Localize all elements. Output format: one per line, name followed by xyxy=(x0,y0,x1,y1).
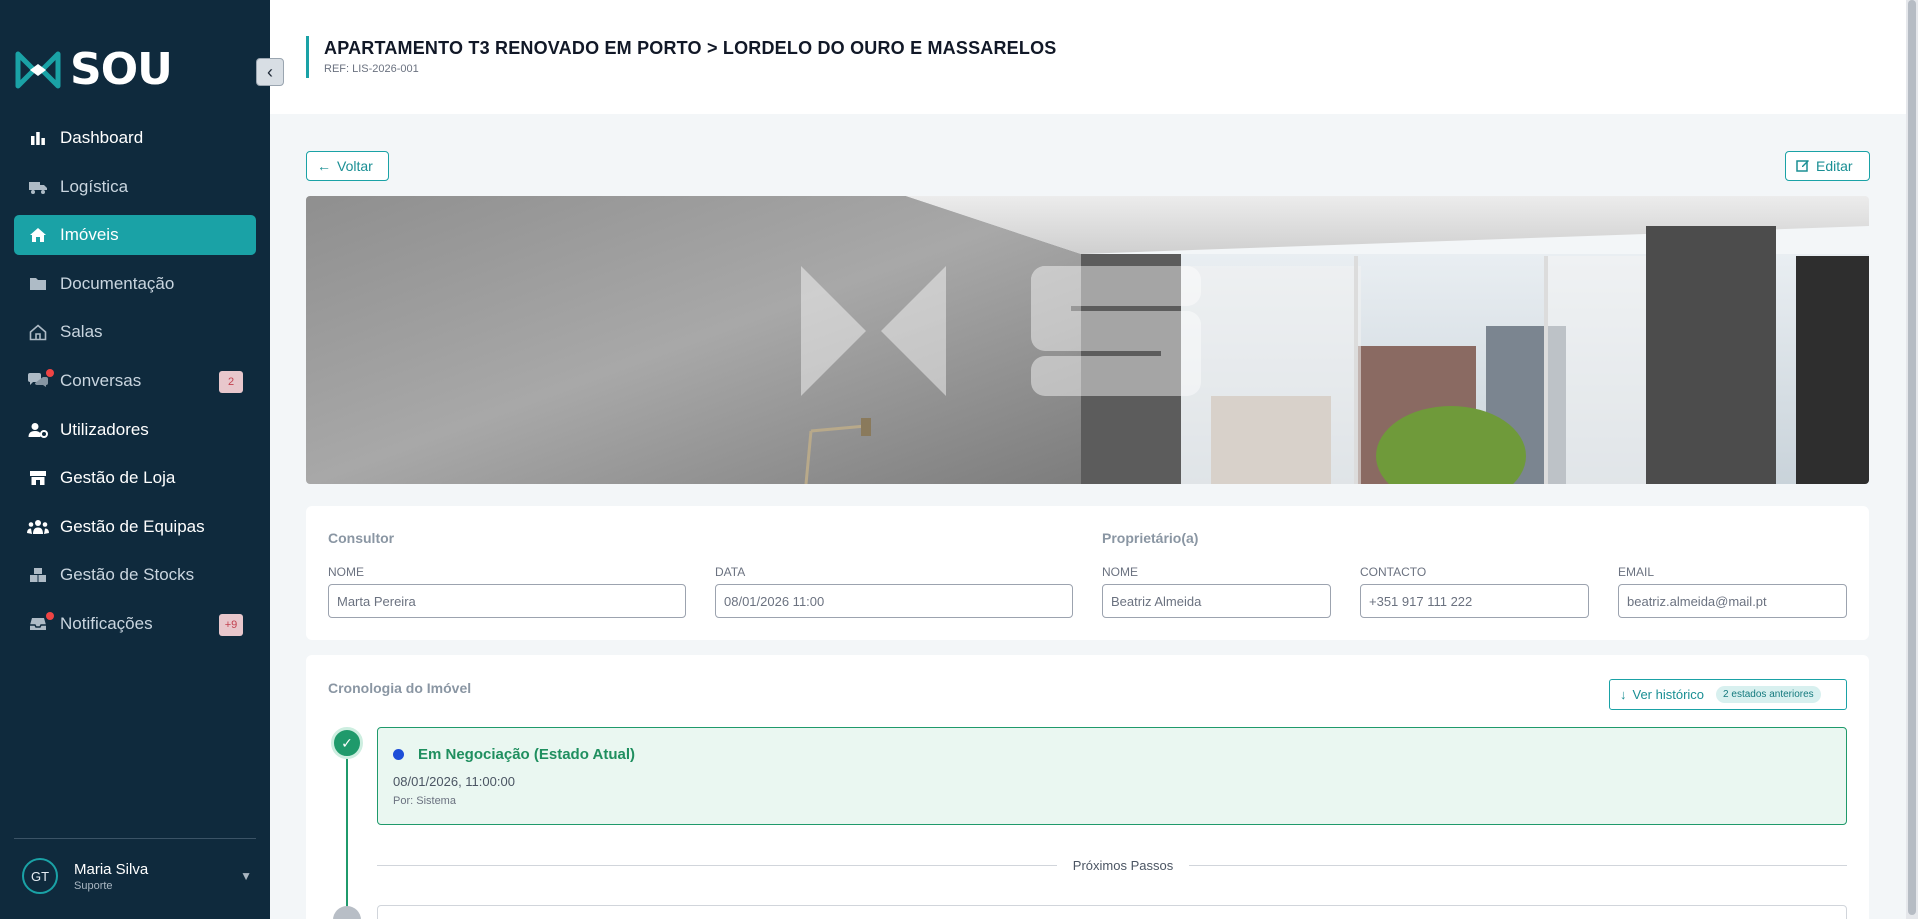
brand-name: SOU xyxy=(70,44,173,95)
unread-dot xyxy=(46,368,54,377)
team-icon xyxy=(26,519,50,535)
property-reference: REF: LIS-2026-001 xyxy=(324,63,419,75)
avatar: GT xyxy=(22,858,58,894)
owner-name-field[interactable]: Beatriz Almeida xyxy=(1102,584,1331,618)
folder-icon xyxy=(26,276,50,291)
check-icon: ✓ xyxy=(331,727,363,759)
consultor-name-field[interactable]: Marta Pereira xyxy=(328,584,686,618)
current-state-author: Por: Sistema xyxy=(393,795,456,807)
user-role: Suporte xyxy=(74,879,113,892)
consultor-name-label: NOME xyxy=(328,565,364,579)
back-button-label: Voltar xyxy=(337,158,373,174)
unread-badge: 2 xyxy=(219,370,243,393)
store-icon xyxy=(26,470,50,486)
collapse-sidebar-button[interactable]: ‹ xyxy=(256,58,284,86)
divider xyxy=(377,865,1057,866)
sidebar-item-label: Gestão de Equipas xyxy=(60,516,205,536)
page-title: APARTAMENTO T3 RENOVADO EM PORTO > LORDE… xyxy=(324,38,1057,58)
consultor-date-field[interactable]: 08/01/2026 11:00 xyxy=(715,584,1073,618)
next-steps-label: Próximos Passos xyxy=(1072,858,1174,873)
sidebar-item-dashboard[interactable]: Dashboard xyxy=(14,118,256,158)
sidebar-item-label: Gestão de Loja xyxy=(60,468,176,488)
owner-contact-field[interactable]: +351 917 111 222 xyxy=(1360,584,1589,618)
user-name: Maria Silva xyxy=(74,860,149,878)
sou-logo-icon xyxy=(15,51,61,89)
edit-button-label: Editar xyxy=(1816,158,1853,174)
owner-email-field[interactable]: beatriz.almeida@mail.pt xyxy=(1618,584,1847,618)
sidebar-item-logistica[interactable]: Logística xyxy=(14,167,256,207)
user-cog-icon xyxy=(26,422,50,438)
owner-email-label: EMAIL xyxy=(1618,565,1655,579)
sidebar-item-gestao-stocks[interactable]: Gestão de Stocks xyxy=(14,555,256,595)
arrow-down-icon: ↓ xyxy=(1620,687,1627,702)
timeline-title: Cronologia do Imóvel xyxy=(328,680,472,696)
sidebar: SOU Dashboard Logística Imóveis Document… xyxy=(0,0,270,919)
arrow-left-icon: ← xyxy=(317,158,331,174)
sidebar-item-label: Documentação xyxy=(60,273,175,293)
sidebar-item-notificacoes[interactable]: Notificações +9 xyxy=(14,604,256,644)
sidebar-item-imoveis[interactable]: Imóveis xyxy=(14,215,256,256)
house-outline-icon xyxy=(26,324,50,341)
unread-dot xyxy=(46,611,54,620)
back-button[interactable]: ← Voltar xyxy=(306,151,389,181)
sidebar-item-salas[interactable]: Salas xyxy=(14,312,256,352)
home-icon xyxy=(26,227,50,243)
sidebar-divider xyxy=(14,838,256,839)
sidebar-item-label: Utilizadores xyxy=(60,419,149,439)
edit-button[interactable]: Editar xyxy=(1785,151,1870,181)
consultor-date-label: DATA xyxy=(715,565,746,579)
owner-name-label: NOME xyxy=(1102,565,1138,579)
sidebar-item-conversas[interactable]: Conversas 2 xyxy=(14,361,256,401)
boxes-icon xyxy=(26,567,50,583)
chevron-down-icon[interactable]: ▼ xyxy=(240,869,252,883)
status-dot xyxy=(393,749,404,760)
view-history-label: Ver histórico xyxy=(1632,687,1705,702)
sidebar-item-label: Conversas xyxy=(60,370,142,390)
sidebar-item-label: Gestão de Stocks xyxy=(60,565,195,585)
sidebar-item-label: Logística xyxy=(60,176,129,196)
history-count-badge: 2 estados anteriores xyxy=(1716,686,1821,703)
edit-icon xyxy=(1796,158,1810,175)
bar-chart-icon xyxy=(26,130,50,146)
scrollbar-thumb[interactable] xyxy=(1908,0,1916,915)
sidebar-item-gestao-equipas[interactable]: Gestão de Equipas xyxy=(14,507,256,547)
sidebar-item-label: Notificações xyxy=(60,613,153,633)
notifications-badge: +9 xyxy=(219,613,243,636)
next-step-card[interactable] xyxy=(377,905,1847,919)
title-accent-bar xyxy=(306,36,309,78)
property-photo xyxy=(306,196,1869,484)
sidebar-item-gestao-loja[interactable]: Gestão de Loja xyxy=(14,458,256,498)
current-state-title: Em Negociação (Estado Atual) xyxy=(418,746,635,763)
user-menu[interactable]: GT Maria Silva Suporte ▼ xyxy=(22,858,252,894)
sidebar-item-label: Salas xyxy=(60,322,103,342)
sidebar-item-label: Dashboard xyxy=(60,128,144,147)
sidebar-nav: Dashboard Logística Imóveis Documentação… xyxy=(14,118,256,653)
consultor-title: Consultor xyxy=(328,530,395,546)
scrollbar[interactable] xyxy=(1906,0,1918,919)
chevron-left-icon: ‹ xyxy=(267,61,273,82)
current-state-card: Em Negociação (Estado Atual) 08/01/2026,… xyxy=(377,727,1847,825)
sidebar-item-label: Imóveis xyxy=(60,225,119,245)
brand-logo[interactable]: SOU xyxy=(14,44,173,95)
current-state-date: 08/01/2026, 11:00:00 xyxy=(393,774,515,789)
sidebar-item-utilizadores[interactable]: Utilizadores xyxy=(14,410,256,450)
page-header: APARTAMENTO T3 RENOVADO EM PORTO > LORDE… xyxy=(270,0,1906,114)
view-history-button[interactable]: ↓ Ver histórico 2 estados anteriores xyxy=(1609,679,1847,710)
timeline-line xyxy=(346,742,348,919)
truck-icon xyxy=(26,179,50,195)
owner-title: Proprietário(a) xyxy=(1102,530,1199,546)
divider xyxy=(1189,865,1847,866)
sidebar-item-documentacao[interactable]: Documentação xyxy=(14,264,256,304)
owner-contact-label: CONTACTO xyxy=(1360,565,1427,579)
